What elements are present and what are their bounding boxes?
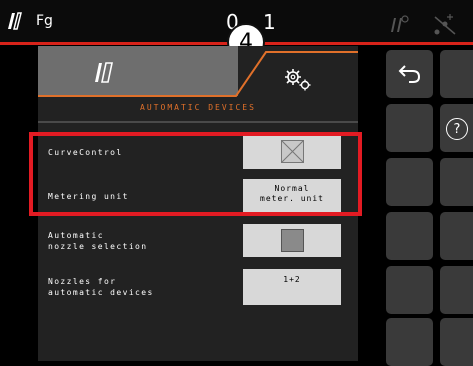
gears-icon <box>285 69 311 91</box>
antenna-icon <box>391 15 409 32</box>
time-right-digit: 1 <box>263 10 276 34</box>
softkey-b2[interactable] <box>440 50 473 98</box>
softkey-a7[interactable] <box>386 318 433 366</box>
machine-icon <box>95 62 113 83</box>
help-icon: ? <box>446 118 468 140</box>
section-title: AUTOMATIC DEVICES <box>140 103 256 112</box>
softkey-b6[interactable] <box>440 266 473 314</box>
checkbox-unchecked-icon <box>281 229 304 252</box>
row-label-nozzles-automatic-devices: Nozzles for automatic devices <box>48 277 154 297</box>
softkey-a4[interactable] <box>386 158 433 206</box>
highlight-frame <box>29 132 362 216</box>
back-arrow-icon <box>398 65 421 83</box>
nozzles-for-automatic-devices-select[interactable]: 1+2 <box>243 269 341 305</box>
softkey-a5[interactable] <box>386 212 433 260</box>
softkey-b5[interactable] <box>440 212 473 260</box>
softkey-a6[interactable] <box>386 266 433 314</box>
profile-label: Fg <box>36 13 53 29</box>
machine-logo-icon <box>8 12 22 30</box>
row-label-automatic-nozzle-selection: Automatic nozzle selection <box>48 231 148 251</box>
softkey-b4[interactable] <box>440 158 473 206</box>
softkey-b7[interactable] <box>440 318 473 366</box>
softkey-a3[interactable] <box>386 104 433 152</box>
section-divider <box>38 121 358 123</box>
no-signal-icon <box>434 14 456 35</box>
